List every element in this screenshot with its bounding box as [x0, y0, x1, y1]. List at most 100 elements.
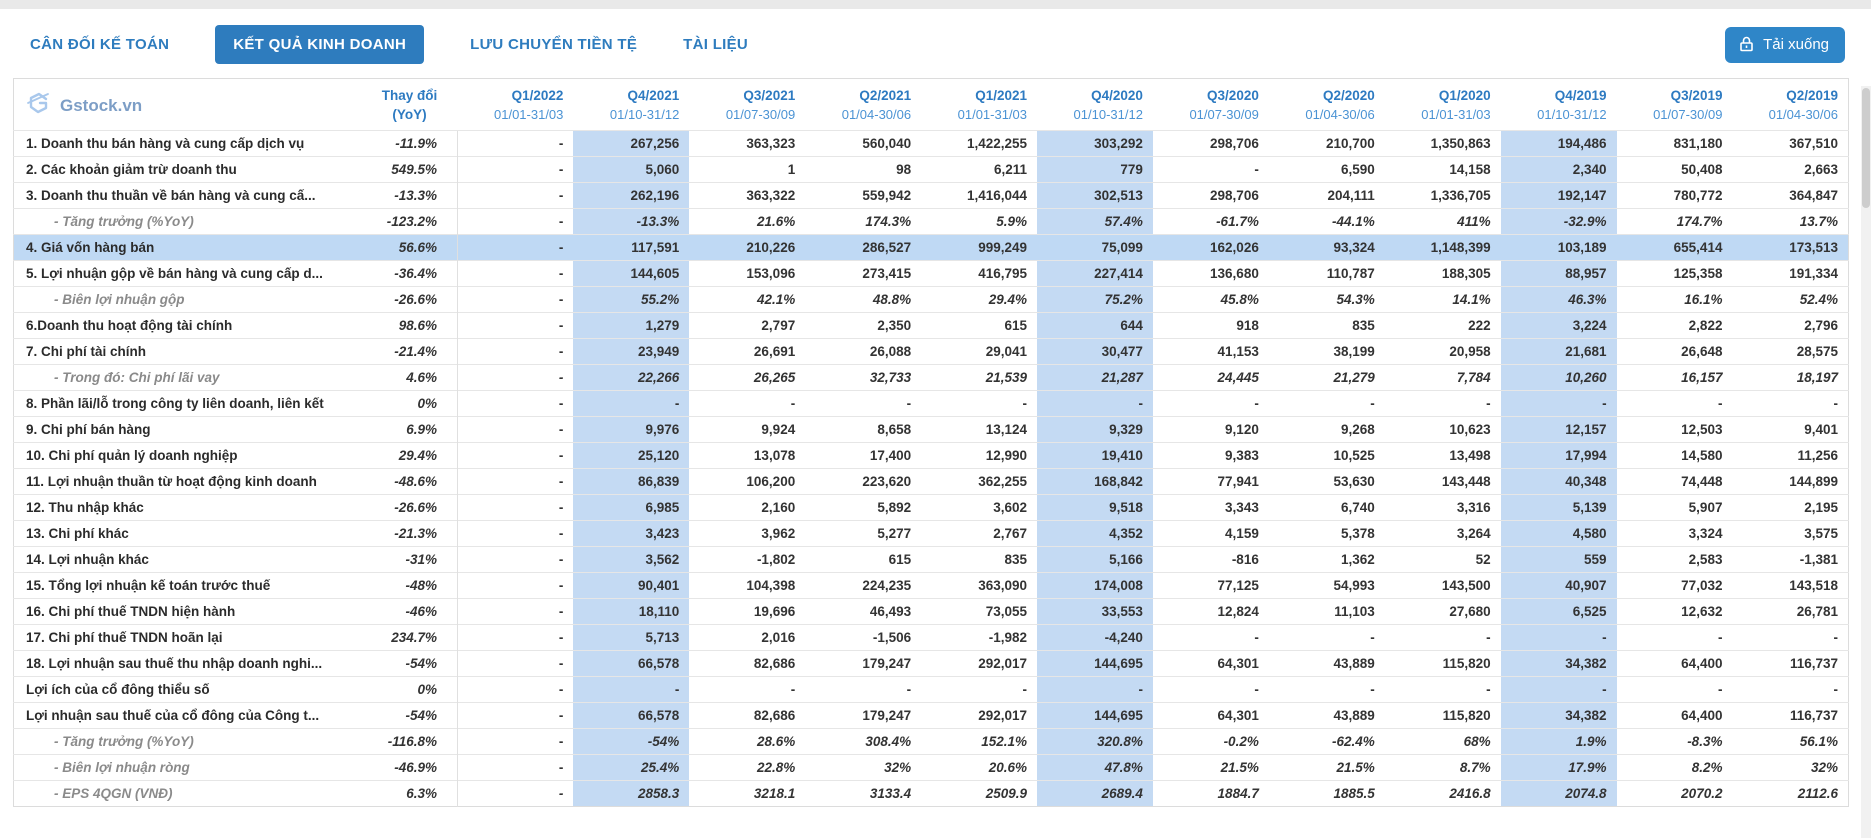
change-yoy-value: -54%	[361, 702, 458, 729]
column-header-q4-2019: Q4/2019 01/10-31/12	[1500, 78, 1617, 131]
vertical-scrollbar[interactable]	[1861, 86, 1871, 838]
row-label: 16. Chi phí thuế TNDN hiện hành	[13, 598, 362, 625]
cell-q3-2019: 74,448	[1616, 468, 1733, 495]
cell-q2-2019: 18,197	[1732, 364, 1849, 391]
table-row[interactable]: 17. Chi phí thuế TNDN hoãn lại 234.7% -5,7…	[13, 624, 1849, 651]
table-row[interactable]: 3. Doanh thu thuần về bán hàng và cung c…	[13, 182, 1849, 209]
cell-q2-2019: 2,663	[1732, 156, 1849, 183]
table-row[interactable]: 6.Doanh thu hoạt động tài chính 98.6% -1,2…	[13, 312, 1849, 339]
cell-q2-2019: 28,575	[1732, 338, 1849, 365]
table-row[interactable]: 1. Doanh thu bán hàng và cung cấp dịch v…	[13, 130, 1849, 157]
cell-q4-2020: -	[1037, 390, 1153, 417]
cell-q4-2021: 5,713	[573, 624, 690, 651]
cell-q2-2020: 9,268	[1268, 416, 1385, 443]
cell-q4-2019: 194,486	[1500, 130, 1617, 157]
download-button[interactable]: Tải xuống	[1725, 26, 1845, 63]
cell-q3-2019: 780,772	[1616, 182, 1733, 209]
cell-q2-2021: 26,088	[805, 338, 922, 365]
table-row[interactable]: Lợi nhuận sau thuế của cổ đông của Công …	[13, 702, 1849, 729]
cell-q1-2022: -	[457, 208, 574, 235]
table-row[interactable]: 10. Chi phí quản lý doanh nghiệp 29.4% -25…	[13, 442, 1849, 469]
cell-q2-2019: 367,510	[1732, 130, 1849, 157]
table-row[interactable]: - Biên lợi nhuận ròng -46.9% -25.4% 22.8% 32…	[13, 754, 1849, 781]
cell-q4-2020: 57.4%	[1037, 208, 1153, 235]
table-row[interactable]: - EPS 4QGN (VNĐ) 6.3% -2858.3 3218.1 3133.4 2…	[13, 780, 1849, 807]
cell-q4-2021: -13.3%	[573, 208, 690, 235]
cell-q4-2020: 144,695	[1037, 650, 1153, 677]
cell-q4-2019: 5,139	[1500, 494, 1617, 521]
column-header-q1-2021: Q1/2021 01/01-31/03	[921, 78, 1038, 131]
vertical-scrollbar-thumb[interactable]	[1862, 88, 1870, 208]
cell-q3-2019: 14,580	[1616, 442, 1733, 469]
table-row[interactable]: Lợi ích của cổ đông thiểu số 0% - - - - - - - - - -…	[13, 676, 1849, 703]
cell-q1-2022: -	[457, 468, 574, 495]
download-button-label: Tải xuống	[1763, 35, 1829, 53]
cell-q1-2020: -	[1384, 624, 1501, 651]
change-yoy-value: -48.6%	[361, 468, 458, 495]
change-yoy-value: -21.4%	[361, 338, 458, 365]
table-row[interactable]: - Tăng trưởng (%YoY) -123.2% - -13.3% 21.6% 1…	[13, 208, 1849, 235]
cell-q3-2021: 210,226	[689, 234, 806, 261]
cell-q3-2021: 26,265	[689, 364, 806, 391]
cell-q4-2020: -4,240	[1037, 624, 1153, 651]
row-sub-label: - EPS 4QGN (VNĐ)	[13, 780, 362, 807]
table-row[interactable]: 5. Lợi nhuận gộp về bán hàng và cung cấp…	[13, 260, 1849, 287]
cell-q4-2019: 34,382	[1500, 650, 1617, 677]
cell-q4-2019: 21,681	[1500, 338, 1617, 365]
cell-q2-2021: 179,247	[805, 650, 922, 677]
cell-q1-2021: 21,539	[921, 364, 1038, 391]
column-header-q1-2022: Q1/2022 01/01-31/03	[457, 78, 574, 131]
cell-q1-2020: -	[1384, 390, 1501, 417]
table-row[interactable]: 16. Chi phí thuế TNDN hiện hành -46% -18,1…	[13, 598, 1849, 625]
cell-q3-2019: 64,400	[1616, 650, 1733, 677]
table-row[interactable]: 15. Tổng lợi nhuận kế toán trước thuế -48…	[13, 572, 1849, 599]
cell-q2-2020: 43,889	[1268, 650, 1385, 677]
table-row[interactable]: 11. Lợi nhuận thuần từ hoạt động kinh do…	[13, 468, 1849, 495]
cell-q2-2019: -	[1732, 390, 1849, 417]
tab-luu-chuyen-tien-te[interactable]: LƯU CHUYỂN TIỀN TỆ	[470, 36, 637, 53]
cell-q1-2022: -	[457, 494, 574, 521]
cell-q1-2020: 1,336,705	[1384, 182, 1501, 209]
cell-q4-2021: 267,256	[573, 130, 690, 157]
tab-can-doi-ke-toan[interactable]: CÂN ĐỐI KẾ TOÁN	[30, 36, 169, 53]
table-row[interactable]: 13. Chi phí khác -21.3% -3,423 3,962 5,277 2,…	[13, 520, 1849, 547]
table-row[interactable]: 9. Chi phí bán hàng 6.9% -9,976 9,924 8,658 1…	[13, 416, 1849, 443]
cell-q2-2019: 11,256	[1732, 442, 1849, 469]
cell-q1-2022: -	[457, 546, 574, 573]
table-row[interactable]: 8. Phần lãi/lỗ trong công ty liên doanh,…	[13, 390, 1849, 417]
table-row[interactable]: - Trong đó: Chi phí lãi vay 4.6% -22,266 26…	[13, 364, 1849, 391]
tab-tai-lieu[interactable]: TÀI LIỆU	[683, 36, 748, 53]
table-row[interactable]: - Biên lợi nhuận gộp -26.6% -55.2% 42.1% 48.…	[13, 286, 1849, 313]
cell-q2-2019: 116,737	[1732, 650, 1849, 677]
cell-q3-2021: 2,160	[689, 494, 806, 521]
table-row[interactable]: 7. Chi phí tài chính -21.4% -23,949 26,691 2…	[13, 338, 1849, 365]
cell-q1-2021: 3,602	[921, 494, 1038, 521]
column-header-q2-2019: Q2/2019 01/04-30/06	[1732, 78, 1849, 131]
tab-ket-qua-kinh-doanh[interactable]: KẾT QUẢ KINH DOANH	[215, 25, 425, 64]
cell-q1-2022: -	[457, 312, 574, 339]
cell-q2-2019: -1,381	[1732, 546, 1849, 573]
cell-q2-2019: 191,334	[1732, 260, 1849, 287]
cell-q2-2020: -	[1268, 676, 1385, 703]
cell-q1-2020: -	[1384, 676, 1501, 703]
cell-q1-2021: 73,055	[921, 598, 1038, 625]
cell-q1-2020: 10,623	[1384, 416, 1501, 443]
cell-q3-2021: 1	[689, 156, 806, 183]
cell-q1-2020: 14,158	[1384, 156, 1501, 183]
cell-q4-2021: 117,591	[573, 234, 690, 261]
table-row[interactable]: 14. Lợi nhuận khác -31% -3,562 -1,802 615 835…	[13, 546, 1849, 573]
cell-q4-2021: 9,976	[573, 416, 690, 443]
table-row[interactable]: - Tăng trưởng (%YoY) -116.8% - -54% 28.6% 308…	[13, 728, 1849, 755]
cell-q2-2020: -	[1268, 390, 1385, 417]
cell-q1-2020: 52	[1384, 546, 1501, 573]
cell-q1-2022: -	[457, 572, 574, 599]
cell-q3-2021: 42.1%	[689, 286, 806, 313]
table-row[interactable]: 12. Thu nhập khác -26.6% -6,985 2,160 5,892 3…	[13, 494, 1849, 521]
table-row[interactable]: 18. Lợi nhuận sau thuế thu nhập doanh ng…	[13, 650, 1849, 677]
table-row[interactable]: 2. Các khoản giảm trừ doanh thu 549.5% -5,…	[13, 156, 1849, 183]
cell-q2-2020: 43,889	[1268, 702, 1385, 729]
table-row[interactable]: 4. Giá vốn hàng bán 56.6% -117,591 210,226 2…	[13, 234, 1849, 261]
cell-q1-2021: 292,017	[921, 702, 1038, 729]
cell-q3-2021: 363,323	[689, 130, 806, 157]
cell-q3-2020: 162,026	[1152, 234, 1269, 261]
